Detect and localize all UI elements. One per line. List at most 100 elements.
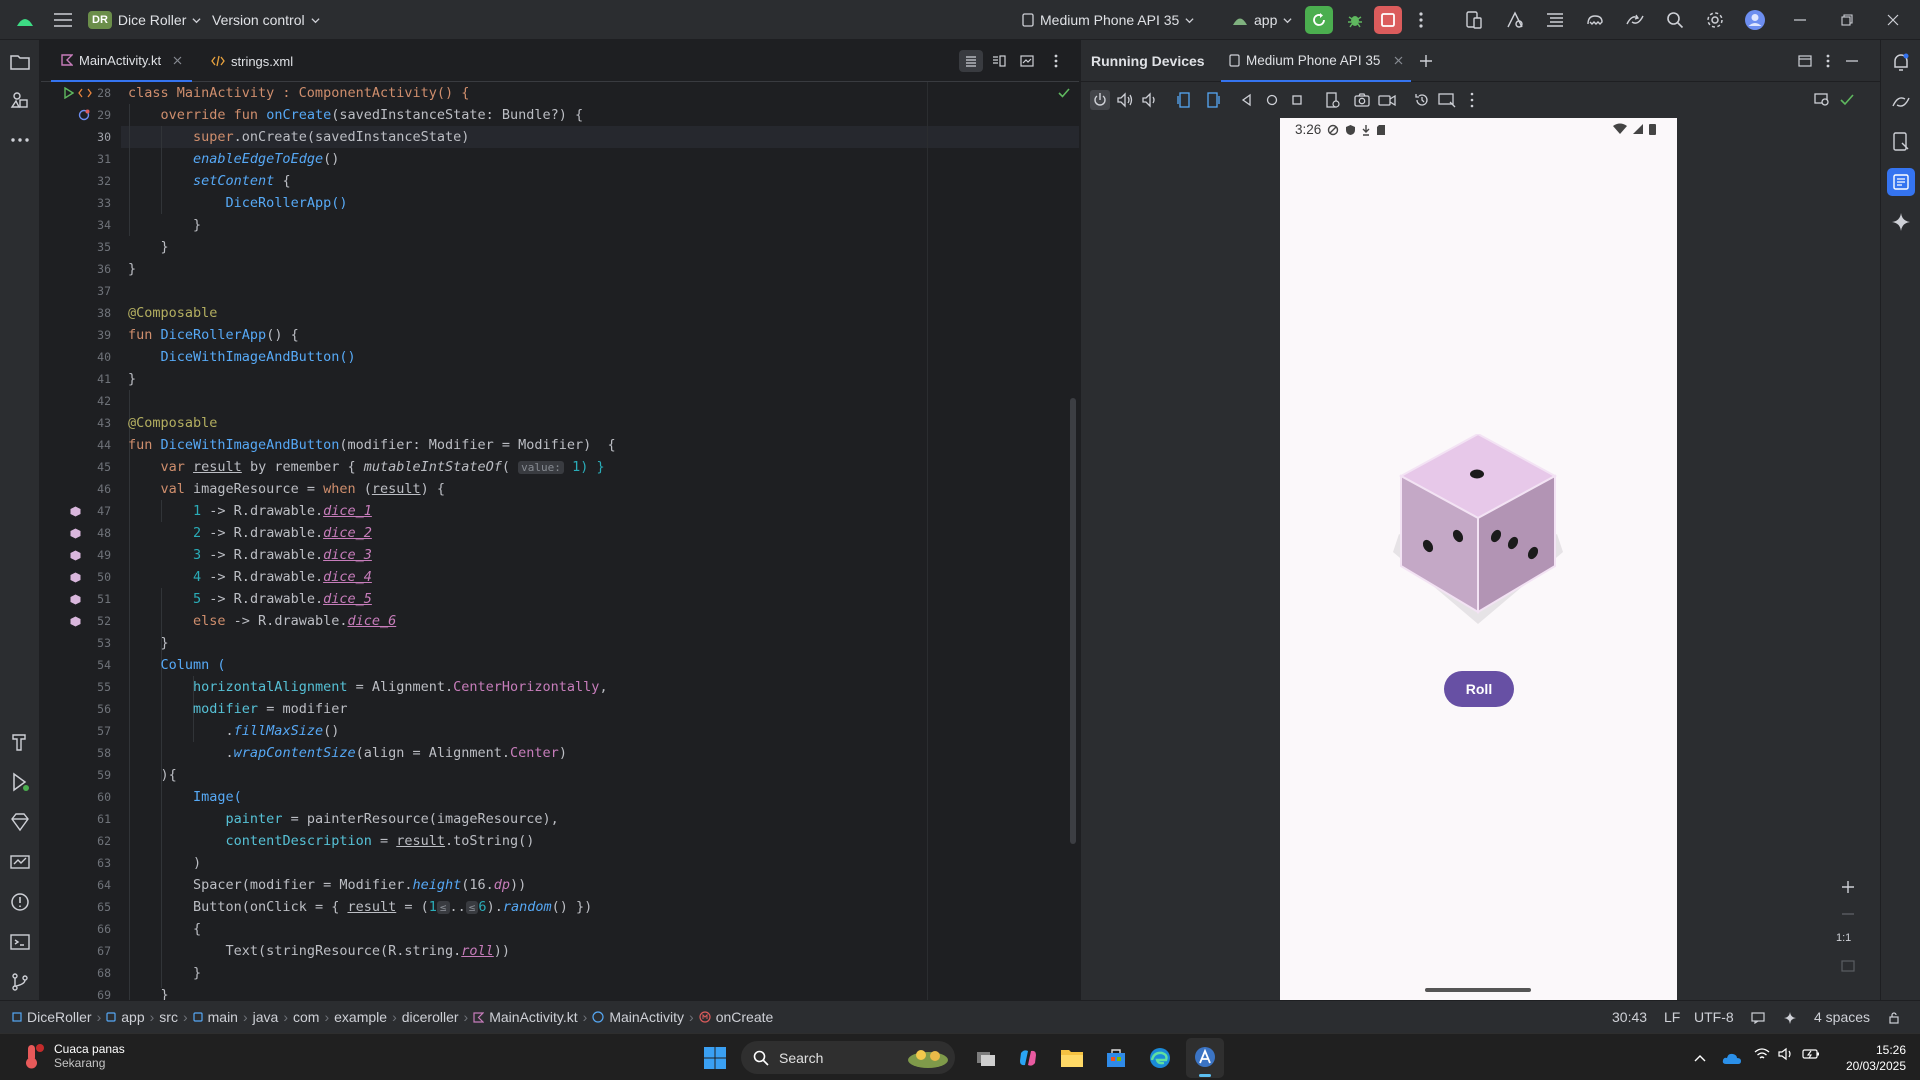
device-explorer-button[interactable] — [1889, 130, 1913, 154]
tab-mainactivity[interactable]: MainActivity.kt — [51, 40, 193, 82]
rerun-button[interactable] — [1305, 6, 1333, 34]
dice-resource-preview-icon[interactable] — [70, 528, 81, 539]
terminal-tool-button[interactable] — [8, 930, 32, 954]
split-view-button[interactable] — [987, 50, 1011, 72]
main-menu-button[interactable] — [48, 6, 78, 34]
implementation-gutter-icon[interactable] — [78, 87, 92, 99]
settings-button[interactable] — [1703, 8, 1727, 32]
zoom-actual-size-button[interactable]: 1:1 — [1836, 932, 1851, 944]
hide-panel-button[interactable] — [1842, 51, 1862, 71]
override-gutter-icon[interactable] — [78, 109, 90, 121]
design-view-button[interactable] — [1015, 50, 1039, 72]
device-mirroring-side-button[interactable] — [1889, 90, 1913, 114]
tab-device[interactable]: Medium Phone API 35 — [1221, 40, 1412, 82]
volume-down-button[interactable] — [1140, 90, 1160, 110]
breadcrumb[interactable]: DiceRoller › app › src › main › java › com › e… — [12, 1009, 773, 1025]
editor-scrollbar[interactable] — [1070, 398, 1076, 844]
run-config-selector[interactable]: app — [1226, 6, 1298, 34]
app-quality-button[interactable] — [8, 810, 32, 834]
dice-resource-preview-icon[interactable] — [70, 594, 81, 605]
panel-more-button[interactable] — [1820, 51, 1836, 71]
minimize-window-button[interactable] — [1780, 6, 1820, 34]
readonly-toggle[interactable] — [1750, 1010, 1766, 1026]
power-button[interactable] — [1090, 90, 1110, 110]
vcs-tool-button[interactable] — [8, 970, 32, 994]
rotate-left-button[interactable] — [1175, 90, 1195, 110]
file-explorer-button[interactable] — [1056, 1042, 1088, 1074]
start-button[interactable] — [700, 1043, 730, 1073]
screenshot-button[interactable] — [1352, 90, 1372, 110]
roll-button[interactable]: Roll — [1444, 671, 1514, 707]
restore-window-button[interactable] — [1827, 6, 1867, 34]
notifications-button[interactable] — [1889, 50, 1913, 74]
rotate-right-button[interactable] — [1202, 90, 1222, 110]
project-selector[interactable]: DR Dice Roller — [82, 6, 207, 34]
gradle-button[interactable] — [1583, 8, 1607, 32]
copilot-button[interactable] — [1012, 1042, 1044, 1074]
zoom-in-button[interactable] — [1837, 876, 1859, 898]
problems-tool-button[interactable] — [8, 890, 32, 914]
file-encoding[interactable]: UTF-8 — [1694, 1009, 1734, 1025]
overview-button[interactable] — [1287, 90, 1307, 110]
taskbar-clock[interactable]: 15:26 20/03/2025 — [1820, 1042, 1906, 1074]
app-inspection-button[interactable] — [8, 850, 32, 874]
running-devices-side-button[interactable] — [1887, 168, 1915, 196]
account-button[interactable] — [1743, 8, 1767, 32]
build-tool-button[interactable] — [8, 730, 32, 754]
taskbar-search[interactable]: Search — [741, 1041, 955, 1074]
close-icon[interactable] — [1394, 56, 1403, 65]
sdk-manager-button[interactable] — [1503, 8, 1527, 32]
ai-assistant-status[interactable] — [1782, 1010, 1798, 1026]
android-studio-taskbar-button[interactable] — [1186, 1038, 1224, 1078]
caret-position[interactable]: 30:43 — [1612, 1009, 1647, 1025]
zoom-fit-button[interactable] — [1837, 955, 1859, 977]
more-tool-windows-button[interactable] — [8, 128, 32, 152]
code-editor[interactable]: class MainActivity : ComponentActivity()… — [121, 82, 1079, 1000]
code-view-button[interactable] — [959, 50, 983, 72]
close-window-button[interactable] — [1873, 6, 1913, 34]
toolbar-more-button[interactable] — [1462, 90, 1482, 110]
task-view-button[interactable] — [970, 1042, 1002, 1074]
add-device-button[interactable] — [1416, 51, 1436, 71]
weather-widget[interactable]: Cuaca panas Sekarang — [18, 1042, 125, 1070]
search-button[interactable] — [1663, 8, 1687, 32]
indent-setting[interactable]: 4 spaces — [1814, 1009, 1870, 1025]
device-mirroring-button[interactable] — [1623, 8, 1647, 32]
run-gutter-icon[interactable] — [64, 87, 74, 99]
gesture-nav-bar[interactable] — [1425, 988, 1531, 992]
zoom-out-button[interactable] — [1837, 903, 1859, 925]
tab-strings-xml[interactable]: strings.xml — [201, 40, 303, 82]
debug-button[interactable] — [1341, 6, 1369, 34]
volume-up-button[interactable] — [1115, 90, 1135, 110]
line-separator[interactable]: LF — [1664, 1009, 1680, 1025]
device-manager-button[interactable] — [1462, 8, 1486, 32]
device-selector[interactable]: Medium Phone API 35 — [1016, 6, 1200, 34]
store-button[interactable] — [1100, 1042, 1132, 1074]
fold-button[interactable] — [1322, 90, 1342, 110]
editor-options-button[interactable] — [1046, 50, 1066, 72]
more-actions-button[interactable] — [1410, 6, 1432, 34]
vcs-selector[interactable]: Version control — [206, 6, 326, 34]
run-tool-button[interactable] — [8, 770, 32, 794]
device-screen[interactable]: 3:26 Roll — [1280, 118, 1677, 1002]
close-icon[interactable] — [173, 56, 182, 65]
dice-resource-preview-icon[interactable] — [70, 616, 81, 627]
record-screen-button[interactable] — [1377, 90, 1397, 110]
show-hidden-icons-button[interactable] — [1690, 1046, 1710, 1070]
display-mode-button[interactable] — [1437, 90, 1457, 110]
snapshot-button[interactable] — [1412, 90, 1432, 110]
system-tray-quick-settings[interactable] — [1754, 1047, 1820, 1061]
edge-button[interactable] — [1144, 1042, 1176, 1074]
dice-resource-preview-icon[interactable] — [70, 572, 81, 583]
layout-inspector-button[interactable] — [1543, 8, 1567, 32]
onedrive-button[interactable] — [1720, 1046, 1744, 1070]
file-lock-toggle[interactable] — [1886, 1010, 1902, 1026]
project-tool-button[interactable] — [8, 50, 32, 74]
home-button[interactable] — [1262, 90, 1282, 110]
window-options-button[interactable] — [1795, 51, 1815, 71]
back-button[interactable] — [1237, 90, 1257, 110]
resource-manager-button[interactable] — [8, 88, 32, 112]
mirroring-settings-button[interactable] — [1812, 90, 1832, 110]
dice-resource-preview-icon[interactable] — [70, 506, 81, 517]
stop-button[interactable] — [1374, 6, 1402, 34]
